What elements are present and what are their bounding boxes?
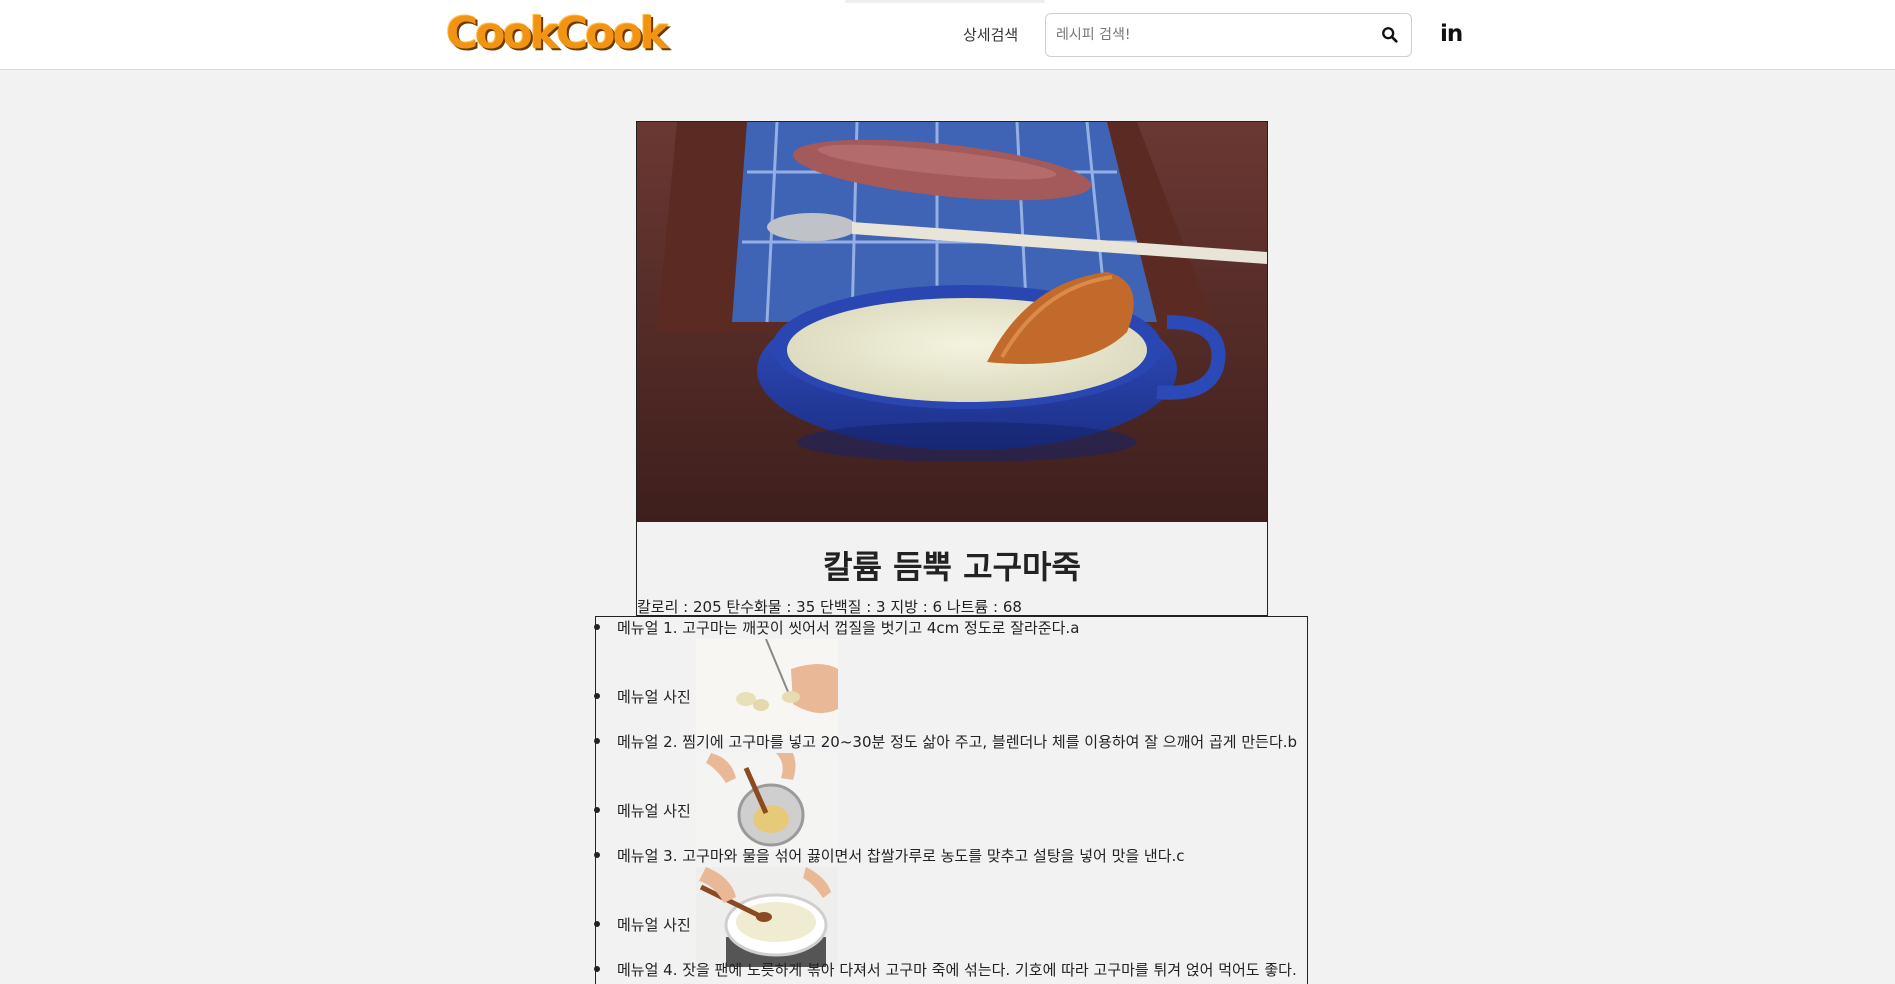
search-box [1045, 13, 1412, 57]
manual-photo-label: 메뉴얼 사진 [617, 916, 691, 934]
linkedin-icon[interactable]: in [1440, 22, 1464, 46]
detail-search-link[interactable]: 상세검색 [963, 24, 1018, 45]
list-bullet [594, 624, 600, 630]
list-bullet [594, 693, 600, 699]
recipe-card: 칼륨 듬뿍 고구마죽 칼로리 : 205 탄수화물 : 35 단백질 : 3 지… [636, 121, 1268, 616]
manual-list: 메뉴얼 1. 고구마는 깨끗이 씻어서 껍질을 벗기고 4cm 정도로 잘라준다… [594, 616, 1308, 984]
nutrition-info: 칼로리 : 205 탄수화물 : 35 단백질 : 3 지방 : 6 나트륨 :… [637, 598, 1022, 616]
manual-step-text: 메뉴얼 1. 고구마는 깨끗이 씻어서 껍질을 벗기고 4cm 정도로 잘라준다… [617, 619, 1080, 637]
list-bullet [594, 921, 600, 927]
step-1-photo [696, 639, 838, 739]
recipe-title: 칼륨 듬뿍 고구마죽 [823, 548, 1081, 586]
manual-photo-label: 메뉴얼 사진 [617, 688, 691, 706]
manual-photo-label: 메뉴얼 사진 [617, 802, 691, 820]
manual-step-text: 메뉴얼 2. 찜기에 고구마를 넣고 20~30분 정도 삶아 주고, 블렌더나… [617, 733, 1298, 751]
navbar-accent [845, 0, 1045, 3]
search-icon[interactable] [1381, 26, 1399, 44]
list-bullet [594, 807, 600, 813]
list-bullet [594, 852, 600, 858]
manual-step-text: 메뉴얼 3. 고구마와 물을 섞어 끓이면서 찹쌀가루로 농도를 맞추고 설탕을… [617, 847, 1185, 865]
list-bullet [594, 738, 600, 744]
top-navbar: CookCook 상세검색 in [0, 0, 1895, 70]
manual-step-text: 메뉴얼 4. 잣을 팬에 노릇하게 볶아 다져서 고구마 죽에 섞는다. 기호에… [617, 961, 1297, 979]
sweet-potato-porridge-photo [637, 122, 1267, 522]
search-input[interactable] [1056, 22, 1376, 48]
site-logo[interactable]: CookCook [446, 8, 669, 60]
step-2-photo [696, 753, 838, 853]
list-bullet [594, 966, 600, 972]
step-3-photo [696, 867, 838, 967]
